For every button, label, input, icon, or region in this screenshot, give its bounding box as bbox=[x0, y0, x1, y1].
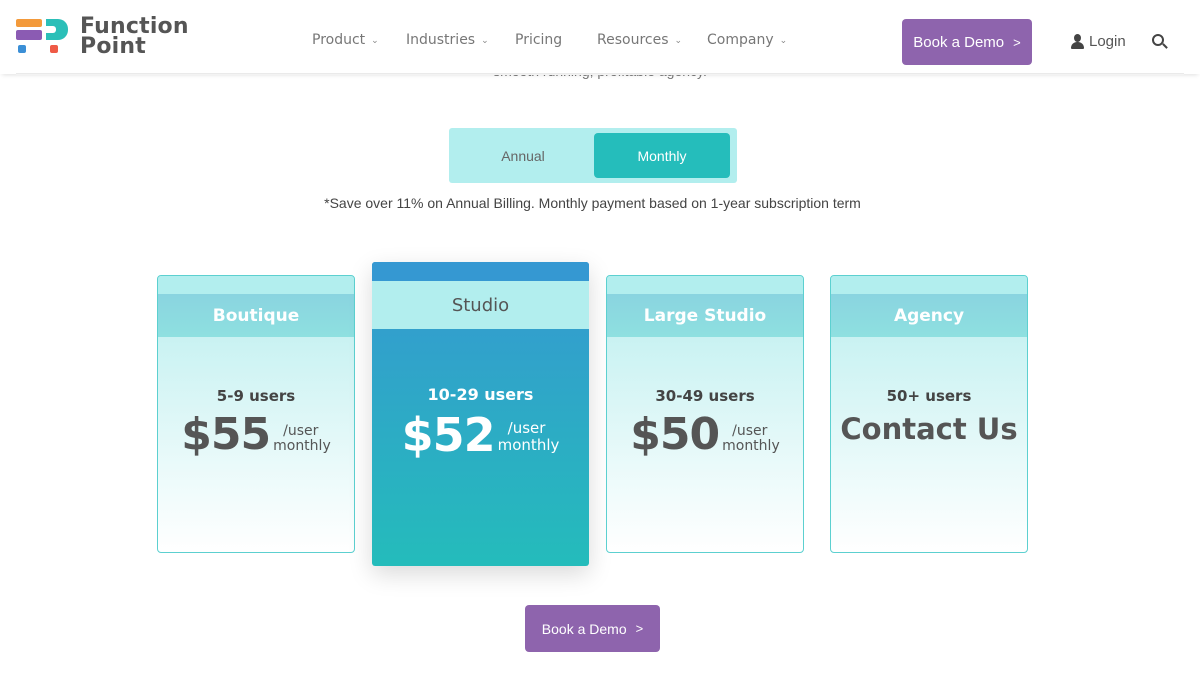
plan-name: Large Studio bbox=[607, 294, 803, 337]
chevron-down-icon: ⌄ bbox=[779, 36, 788, 46]
price-unit: /user monthly bbox=[498, 420, 560, 454]
price-unit-user: /user bbox=[732, 423, 768, 439]
plan-card-boutique: Boutique 5-9 users $55 /user monthly bbox=[157, 275, 355, 553]
plan-name: Agency bbox=[831, 294, 1027, 337]
chevron-down-icon: ⌄ bbox=[481, 36, 489, 46]
main-nav: Product ⌄ Industries ⌄ Pricing Resources… bbox=[312, 32, 787, 48]
plan-users: 50+ users bbox=[886, 387, 972, 405]
brand-name: Function Point bbox=[80, 16, 189, 59]
brand-logo[interactable]: Function Point bbox=[16, 16, 196, 61]
nav-item-pricing[interactable]: Pricing bbox=[515, 32, 597, 48]
chevron-right-icon: > bbox=[1013, 34, 1021, 50]
plan-users: 30-49 users bbox=[655, 387, 755, 405]
book-demo-button[interactable]: Book a Demo > bbox=[525, 605, 660, 652]
plan-users: 5-9 users bbox=[216, 387, 296, 405]
price-unit-period: monthly bbox=[273, 438, 331, 454]
plan-users: 10-29 users bbox=[427, 385, 534, 404]
button-label: Book a Demo bbox=[913, 33, 1005, 51]
price-unit-period: monthly bbox=[722, 438, 780, 454]
login-label: Login bbox=[1089, 33, 1126, 50]
plan-name: Boutique bbox=[158, 294, 354, 337]
plan-card-large-studio: Large Studio 30-49 users $50 /user month… bbox=[606, 275, 804, 553]
nav-label: Company bbox=[707, 32, 774, 48]
billing-option-annual[interactable]: Annual bbox=[453, 133, 593, 178]
price-unit-user: /user bbox=[507, 419, 546, 437]
nav-label: Industries bbox=[406, 32, 476, 48]
nav-item-company[interactable]: Company ⌄ bbox=[707, 32, 787, 48]
chevron-down-icon: ⌄ bbox=[674, 36, 683, 46]
contact-us-text: Contact Us bbox=[840, 412, 1018, 446]
chevron-down-icon: ⌄ bbox=[371, 36, 379, 46]
nav-item-resources[interactable]: Resources ⌄ bbox=[597, 32, 707, 48]
nav-label: Product bbox=[312, 32, 366, 48]
price-amount: $55 bbox=[181, 409, 271, 460]
header-book-demo-button[interactable]: Book a Demo > bbox=[902, 19, 1032, 65]
billing-toggle: Annual Monthly bbox=[449, 128, 737, 183]
plan-card-agency: Agency 50+ users Contact Us bbox=[830, 275, 1028, 553]
billing-note: *Save over 11% on Annual Billing. Monthl… bbox=[324, 195, 861, 211]
billing-option-monthly[interactable]: Monthly bbox=[594, 133, 730, 178]
nav-label: Pricing bbox=[515, 32, 563, 48]
price-unit: /user monthly bbox=[273, 424, 331, 454]
button-label: Book a Demo bbox=[541, 620, 627, 637]
plan-name: Studio bbox=[372, 281, 589, 329]
brand-line-2: Point bbox=[80, 34, 146, 59]
user-icon bbox=[1070, 34, 1085, 49]
price-amount: $52 bbox=[401, 408, 496, 462]
price-amount: $50 bbox=[630, 409, 720, 460]
login-link[interactable]: Login bbox=[1070, 33, 1126, 50]
nav-label: Resources bbox=[597, 32, 669, 48]
nav-item-industries[interactable]: Industries ⌄ bbox=[406, 32, 515, 48]
plan-price: $55 /user monthly bbox=[158, 412, 354, 458]
plan-price: $50 /user monthly bbox=[607, 412, 803, 458]
price-unit-user: /user bbox=[283, 423, 319, 439]
plan-card-studio: Studio 10-29 users $52 /user monthly bbox=[372, 262, 589, 566]
chevron-right-icon: > bbox=[635, 621, 644, 636]
plan-price: $52 /user monthly bbox=[372, 412, 589, 458]
logo-mark-icon bbox=[16, 19, 76, 59]
search-icon[interactable] bbox=[1152, 34, 1168, 50]
site-header: Function Point Product ⌄ Industries ⌄ Pr… bbox=[0, 0, 1200, 74]
header-divider bbox=[16, 73, 1184, 75]
nav-item-product[interactable]: Product ⌄ bbox=[312, 32, 406, 48]
price-unit-period: monthly bbox=[497, 436, 560, 454]
price-unit: /user monthly bbox=[722, 424, 780, 454]
